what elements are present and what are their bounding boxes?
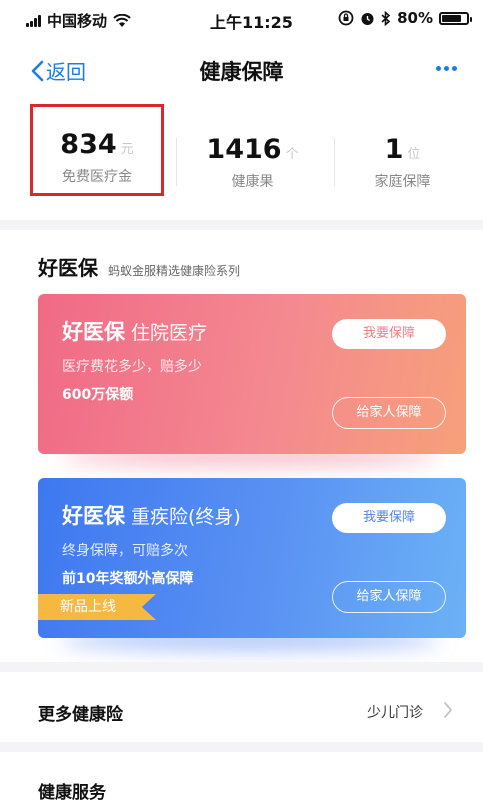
health-services-row[interactable]: 健康服务 <box>0 762 483 805</box>
card-brand: 好医保 <box>62 504 125 528</box>
stat-unit: 位 <box>407 147 421 162</box>
status-left: 中国移动 <box>26 10 131 31</box>
section-gap <box>0 742 483 752</box>
more-dots-icon[interactable] <box>436 66 457 71</box>
section-gap <box>0 220 483 230</box>
chevron-right-icon <box>444 702 452 718</box>
card-product: 住院医疗 <box>131 322 208 344</box>
nav-bar: 返回 健康保障 <box>0 44 483 96</box>
battery-percent: 80% <box>397 9 433 27</box>
stat-value: 1416 <box>206 134 282 165</box>
carrier-label: 中国移动 <box>47 12 108 30</box>
more-insurance-row[interactable]: 更多健康险 少儿门诊 <box>0 684 483 738</box>
stat-unit: 个 <box>285 147 299 162</box>
health-services-label: 健康服务 <box>38 783 106 803</box>
get-coverage-button[interactable]: 我要保障 <box>332 503 446 533</box>
cover-family-button[interactable]: 给家人保障 <box>332 581 446 613</box>
section-title: 好医保 <box>38 256 98 280</box>
card-brand: 好医保 <box>62 320 125 344</box>
card-title: 好医保 住院医疗 <box>62 316 207 346</box>
card-description: 医疗费花多少，赔多少 <box>62 359 202 375</box>
bluetooth-icon <box>381 10 391 26</box>
orientation-lock-icon <box>338 10 354 26</box>
stat-value: 834 <box>60 129 117 160</box>
card-coverage: 600万保额 <box>62 387 134 403</box>
stats-row: 834 元 免费医疗金 1416 个 健康果 1位 家庭保障 <box>0 104 483 208</box>
card-description: 终身保障，可赔多次 <box>62 543 188 559</box>
card-hospital-insurance[interactable]: 好医保 住院医疗 医疗费花多少，赔多少 600万保额 我要保障 给家人保障 <box>38 294 466 454</box>
more-insurance-label: 更多健康险 <box>38 705 123 725</box>
signal-icon <box>26 14 41 27</box>
card-product: 重疾险(终身) <box>131 506 241 528</box>
section-subtitle: 蚂蚁金服精选健康险系列 <box>108 264 241 278</box>
status-right: 80% <box>338 9 472 27</box>
section-header: 好医保 蚂蚁金服精选健康险系列 <box>38 252 240 281</box>
alarm-icon <box>361 12 374 25</box>
section-gap <box>0 662 483 672</box>
stat-free-medical-fund[interactable]: 834 元 免费医疗金 <box>30 104 164 196</box>
stat-value: 1 <box>384 134 404 165</box>
stat-label: 健康果 <box>231 174 274 190</box>
new-product-ribbon: 新品上线 <box>38 594 156 620</box>
page-title: 健康保障 <box>199 60 284 84</box>
status-time: 上午11:25 <box>210 13 293 32</box>
wifi-icon <box>113 13 131 27</box>
stat-label: 免费医疗金 <box>62 169 132 185</box>
card-coverage: 前10年奖额外高保障 <box>62 571 194 587</box>
get-coverage-button[interactable]: 我要保障 <box>332 319 446 349</box>
status-bar: 中国移动 上午11:25 80% <box>0 0 483 40</box>
stat-unit: 元 <box>120 142 134 157</box>
cover-family-button[interactable]: 给家人保障 <box>332 397 446 429</box>
stat-health-fruit[interactable]: 1416 个 健康果 <box>172 118 333 208</box>
stat-label: 家庭保障 <box>374 174 431 190</box>
card-critical-illness-insurance[interactable]: 好医保 重疾险(终身) 终身保障，可赔多次 前10年奖额外高保障 新品上线 我要保… <box>38 478 466 638</box>
battery-icon <box>439 11 472 25</box>
card-title: 好医保 重疾险(终身) <box>62 500 241 530</box>
stat-family-coverage[interactable]: 1位 家庭保障 <box>322 118 483 208</box>
more-insurance-link[interactable]: 少儿门诊 <box>367 702 423 722</box>
